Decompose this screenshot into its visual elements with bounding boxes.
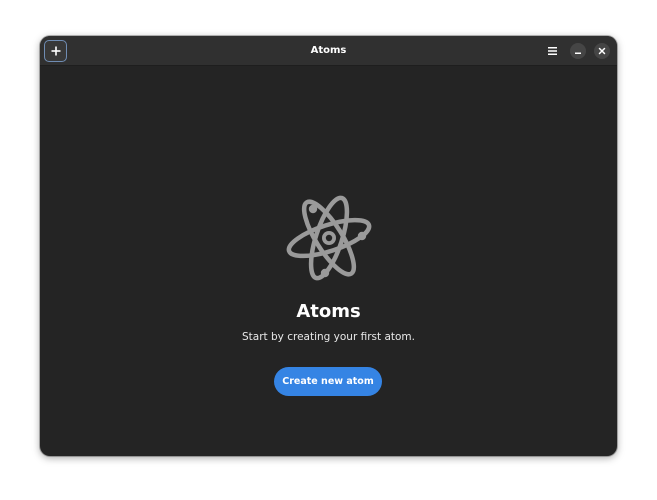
window-title: Atoms xyxy=(310,45,347,56)
create-new-atom-button[interactable]: Create new atom xyxy=(274,367,382,396)
empty-state-title: Atoms xyxy=(296,301,361,322)
headerbar: Atoms xyxy=(40,36,617,66)
main-menu-button[interactable] xyxy=(542,41,562,61)
atom-icon xyxy=(286,195,372,281)
hamburger-menu-icon xyxy=(547,47,557,55)
close-button[interactable] xyxy=(594,43,610,59)
empty-state: Atoms Start by creating your first atom.… xyxy=(40,67,617,456)
minimize-icon xyxy=(575,52,581,54)
empty-state-description: Start by creating your first atom. xyxy=(242,331,415,343)
close-icon xyxy=(598,47,606,55)
app-window: Atoms Atoms Start by creating your first… xyxy=(40,36,617,456)
minimize-button[interactable] xyxy=(570,43,586,59)
